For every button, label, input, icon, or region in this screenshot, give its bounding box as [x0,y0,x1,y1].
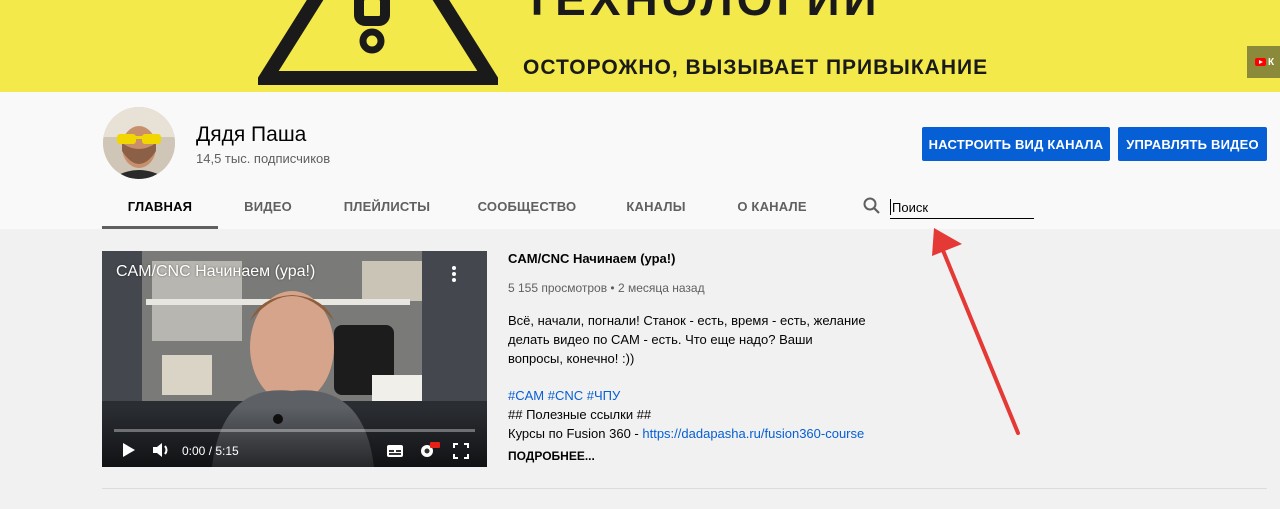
search-input[interactable] [890,197,1034,219]
course-link[interactable]: https://dadapasha.ru/fusion360-course [642,426,864,441]
tab-videos[interactable]: ВИДЕО [230,184,306,229]
subscriber-count: 14,5 тыс. подписчиков [196,151,331,166]
text-cursor [890,199,891,215]
tab-about[interactable]: О КАНАЛЕ [726,184,818,229]
fullscreen-icon[interactable] [453,443,469,459]
course-line: Курсы по Fusion 360 - https://dadapasha.… [508,426,864,441]
settings-icon[interactable] [418,440,440,460]
video-description: Всё, начали, погнали! Станок - есть, вре… [508,313,866,366]
banner-link-text: К [1268,56,1275,68]
video-meta: 5 155 просмотров • 2 месяца назад [508,281,705,295]
progress-bar[interactable] [114,429,475,432]
hashtags-link[interactable]: #CAM #CNC #ЧПУ [508,388,620,403]
tab-home[interactable]: ГЛАВНАЯ [102,184,218,229]
tab-channels[interactable]: КАНАЛЫ [614,184,698,229]
volume-icon[interactable] [152,442,172,458]
banner-tagline: ОСТОРОЖНО, ВЫЗЫВАЕТ ПРИВЫКАНИЕ [523,56,989,79]
banner-youtube-link[interactable]: К [1247,46,1280,78]
banner-headline: ТЕХНОЛОГИИ [523,0,881,26]
tab-community[interactable]: СООБЩЕСТВО [468,184,586,229]
video-time: 0:00 / 5:15 [182,444,239,458]
annotation-arrow-icon [932,228,1020,435]
warning-sign-icon [258,0,498,85]
player-title[interactable]: CAM/CNC Начинаем (ура!) [116,263,315,281]
manage-videos-button[interactable]: УПРАВЛЯТЬ ВИДЕО [1118,127,1267,161]
customize-channel-button[interactable]: НАСТРОИТЬ ВИД КАНАЛА [922,127,1110,161]
channel-name[interactable]: Дядя Паша [196,123,306,147]
video-title[interactable]: CAM/CNC Начинаем (ура!) [508,251,675,266]
youtube-icon [1255,58,1266,66]
avatar[interactable] [103,107,175,179]
more-options-icon[interactable] [451,265,457,283]
subtitles-icon[interactable] [386,444,404,458]
read-more-link[interactable]: ПОДРОБНЕЕ... [508,449,595,463]
channel-header: Дядя Паша 14,5 тыс. подписчиков НАСТРОИТ… [0,92,1280,229]
avatar-image [103,107,175,179]
channel-banner: ТЕХНОЛОГИИ ОСТОРОЖНО, ВЫЗЫВАЕТ ПРИВЫКАНИ… [0,0,1280,92]
video-player[interactable]: CAM/CNC Начинаем (ура!) 0:00 / 5:15 [102,251,487,467]
course-prefix: Курсы по Fusion 360 - [508,426,643,441]
description-links-heading: ## Полезные ссылки ## [508,407,652,422]
tab-playlists[interactable]: ПЛЕЙЛИСТЫ [332,184,442,229]
play-icon[interactable] [122,442,136,458]
search-icon[interactable] [862,196,882,216]
section-divider [102,488,1267,489]
